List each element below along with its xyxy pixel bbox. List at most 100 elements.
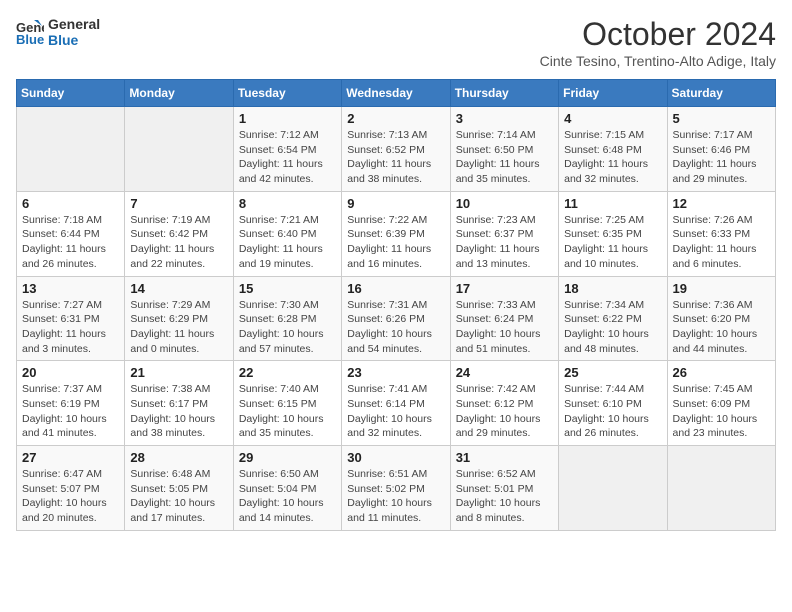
day-info: Sunrise: 7:26 AM Sunset: 6:33 PM Dayligh…	[673, 213, 770, 272]
day-number: 29	[239, 450, 336, 465]
day-cell: 4 Sunrise: 7:15 AM Sunset: 6:48 PM Daylig…	[559, 107, 667, 192]
header-saturday: Saturday	[667, 80, 775, 107]
day-info: Sunrise: 6:50 AM Sunset: 5:04 PM Dayligh…	[239, 467, 336, 526]
calendar-header-row: SundayMondayTuesdayWednesdayThursdayFrid…	[17, 80, 776, 107]
day-info: Sunrise: 7:25 AM Sunset: 6:35 PM Dayligh…	[564, 213, 661, 272]
day-cell: 18Sunrise: 7:34 AM Sunset: 6:22 PM Dayli…	[559, 276, 667, 361]
day-info: Sunrise: 7:37 AM Sunset: 6:19 PM Dayligh…	[22, 382, 119, 441]
day-info: Sunrise: 6:47 AM Sunset: 5:07 PM Dayligh…	[22, 467, 119, 526]
day-info: Sunrise: 7:38 AM Sunset: 6:17 PM Dayligh…	[130, 382, 227, 441]
day-number: 7	[130, 196, 227, 211]
day-cell: 8 Sunrise: 7:21 AM Sunset: 6:40 PM Daylig…	[233, 191, 341, 276]
day-info: Sunrise: 7:41 AM Sunset: 6:14 PM Dayligh…	[347, 382, 444, 441]
day-number: 12	[673, 196, 770, 211]
day-cell: 2 Sunrise: 7:13 AM Sunset: 6:52 PM Daylig…	[342, 107, 450, 192]
day-number: 20	[22, 365, 119, 380]
day-info: Sunrise: 7:29 AM Sunset: 6:29 PM Dayligh…	[130, 298, 227, 357]
day-cell: 16 Sunrise: 7:31 AM Sunset: 6:26 PM Dayli…	[342, 276, 450, 361]
day-number: 10	[456, 196, 553, 211]
day-cell	[559, 446, 667, 531]
header-monday: Monday	[125, 80, 233, 107]
day-info: Sunrise: 7:31 AM Sunset: 6:26 PM Dayligh…	[347, 298, 444, 357]
day-cell: 1Sunrise: 7:12 AM Sunset: 6:54 PM Daylig…	[233, 107, 341, 192]
day-info: Sunrise: 7:14 AM Sunset: 6:50 PM Dayligh…	[456, 128, 553, 187]
day-info: Sunrise: 7:21 AM Sunset: 6:40 PM Dayligh…	[239, 213, 336, 272]
day-info: Sunrise: 7:22 AM Sunset: 6:39 PM Dayligh…	[347, 213, 444, 272]
day-info: Sunrise: 7:15 AM Sunset: 6:48 PM Dayligh…	[564, 128, 661, 187]
day-info: Sunrise: 7:36 AM Sunset: 6:20 PM Dayligh…	[673, 298, 770, 357]
day-cell: 29 Sunrise: 6:50 AM Sunset: 5:04 PM Dayli…	[233, 446, 341, 531]
day-cell: 25 Sunrise: 7:44 AM Sunset: 6:10 PM Dayli…	[559, 361, 667, 446]
day-number: 31	[456, 450, 553, 465]
logo-text-blue: Blue	[48, 32, 100, 48]
day-info: Sunrise: 6:48 AM Sunset: 5:05 PM Dayligh…	[130, 467, 227, 526]
day-info: Sunrise: 7:40 AM Sunset: 6:15 PM Dayligh…	[239, 382, 336, 441]
day-info: Sunrise: 7:42 AM Sunset: 6:12 PM Dayligh…	[456, 382, 553, 441]
day-cell: 30Sunrise: 6:51 AM Sunset: 5:02 PM Dayli…	[342, 446, 450, 531]
day-cell: 13Sunrise: 7:27 AM Sunset: 6:31 PM Dayli…	[17, 276, 125, 361]
day-number: 23	[347, 365, 444, 380]
day-cell: 31Sunrise: 6:52 AM Sunset: 5:01 PM Dayli…	[450, 446, 558, 531]
day-info: Sunrise: 7:18 AM Sunset: 6:44 PM Dayligh…	[22, 213, 119, 272]
header-tuesday: Tuesday	[233, 80, 341, 107]
day-cell: 27 Sunrise: 6:47 AM Sunset: 5:07 PM Dayli…	[17, 446, 125, 531]
day-cell: 21 Sunrise: 7:38 AM Sunset: 6:17 PM Dayli…	[125, 361, 233, 446]
location-subtitle: Cinte Tesino, Trentino-Alto Adige, Italy	[540, 53, 776, 69]
day-number: 8	[239, 196, 336, 211]
day-number: 3	[456, 111, 553, 126]
header-wednesday: Wednesday	[342, 80, 450, 107]
day-number: 21	[130, 365, 227, 380]
calendar-table: SundayMondayTuesdayWednesdayThursdayFrid…	[16, 79, 776, 531]
week-row-1: 1Sunrise: 7:12 AM Sunset: 6:54 PM Daylig…	[17, 107, 776, 192]
week-row-3: 13Sunrise: 7:27 AM Sunset: 6:31 PM Dayli…	[17, 276, 776, 361]
day-cell: 9 Sunrise: 7:22 AM Sunset: 6:39 PM Daylig…	[342, 191, 450, 276]
day-number: 4	[564, 111, 661, 126]
header-friday: Friday	[559, 80, 667, 107]
logo-icon: General Blue	[16, 18, 44, 46]
title-block: October 2024 Cinte Tesino, Trentino-Alto…	[540, 16, 776, 69]
day-cell: 23 Sunrise: 7:41 AM Sunset: 6:14 PM Dayli…	[342, 361, 450, 446]
day-number: 6	[22, 196, 119, 211]
day-info: Sunrise: 7:27 AM Sunset: 6:31 PM Dayligh…	[22, 298, 119, 357]
day-info: Sunrise: 7:33 AM Sunset: 6:24 PM Dayligh…	[456, 298, 553, 357]
day-number: 19	[673, 281, 770, 296]
day-cell: 26 Sunrise: 7:45 AM Sunset: 6:09 PM Dayli…	[667, 361, 775, 446]
logo-text-general: General	[48, 16, 100, 32]
day-info: Sunrise: 7:23 AM Sunset: 6:37 PM Dayligh…	[456, 213, 553, 272]
day-number: 25	[564, 365, 661, 380]
day-number: 15	[239, 281, 336, 296]
day-info: Sunrise: 7:44 AM Sunset: 6:10 PM Dayligh…	[564, 382, 661, 441]
month-title: October 2024	[540, 16, 776, 53]
day-number: 24	[456, 365, 553, 380]
day-number: 9	[347, 196, 444, 211]
day-info: Sunrise: 7:17 AM Sunset: 6:46 PM Dayligh…	[673, 128, 770, 187]
day-info: Sunrise: 7:34 AM Sunset: 6:22 PM Dayligh…	[564, 298, 661, 357]
day-number: 22	[239, 365, 336, 380]
day-cell: 10 Sunrise: 7:23 AM Sunset: 6:37 PM Dayli…	[450, 191, 558, 276]
page-header: General Blue General Blue October 2024 C…	[16, 16, 776, 69]
day-cell: 11 Sunrise: 7:25 AM Sunset: 6:35 PM Dayli…	[559, 191, 667, 276]
day-info: Sunrise: 6:51 AM Sunset: 5:02 PM Dayligh…	[347, 467, 444, 526]
week-row-5: 27 Sunrise: 6:47 AM Sunset: 5:07 PM Dayli…	[17, 446, 776, 531]
day-number: 27	[22, 450, 119, 465]
day-cell: 3 Sunrise: 7:14 AM Sunset: 6:50 PM Daylig…	[450, 107, 558, 192]
header-sunday: Sunday	[17, 80, 125, 107]
day-cell: 15Sunrise: 7:30 AM Sunset: 6:28 PM Dayli…	[233, 276, 341, 361]
day-number: 26	[673, 365, 770, 380]
day-number: 16	[347, 281, 444, 296]
day-number: 28	[130, 450, 227, 465]
day-cell: 5Sunrise: 7:17 AM Sunset: 6:46 PM Daylig…	[667, 107, 775, 192]
day-cell: 28 Sunrise: 6:48 AM Sunset: 5:05 PM Dayli…	[125, 446, 233, 531]
day-number: 11	[564, 196, 661, 211]
day-cell: 19 Sunrise: 7:36 AM Sunset: 6:20 PM Dayli…	[667, 276, 775, 361]
day-cell: 6 Sunrise: 7:18 AM Sunset: 6:44 PM Daylig…	[17, 191, 125, 276]
day-number: 2	[347, 111, 444, 126]
day-cell: 14Sunrise: 7:29 AM Sunset: 6:29 PM Dayli…	[125, 276, 233, 361]
day-cell: 22 Sunrise: 7:40 AM Sunset: 6:15 PM Dayli…	[233, 361, 341, 446]
day-number: 1	[239, 111, 336, 126]
week-row-2: 6 Sunrise: 7:18 AM Sunset: 6:44 PM Daylig…	[17, 191, 776, 276]
day-cell: 12 Sunrise: 7:26 AM Sunset: 6:33 PM Dayli…	[667, 191, 775, 276]
day-info: Sunrise: 7:45 AM Sunset: 6:09 PM Dayligh…	[673, 382, 770, 441]
day-cell: 20 Sunrise: 7:37 AM Sunset: 6:19 PM Dayli…	[17, 361, 125, 446]
day-info: Sunrise: 7:13 AM Sunset: 6:52 PM Dayligh…	[347, 128, 444, 187]
